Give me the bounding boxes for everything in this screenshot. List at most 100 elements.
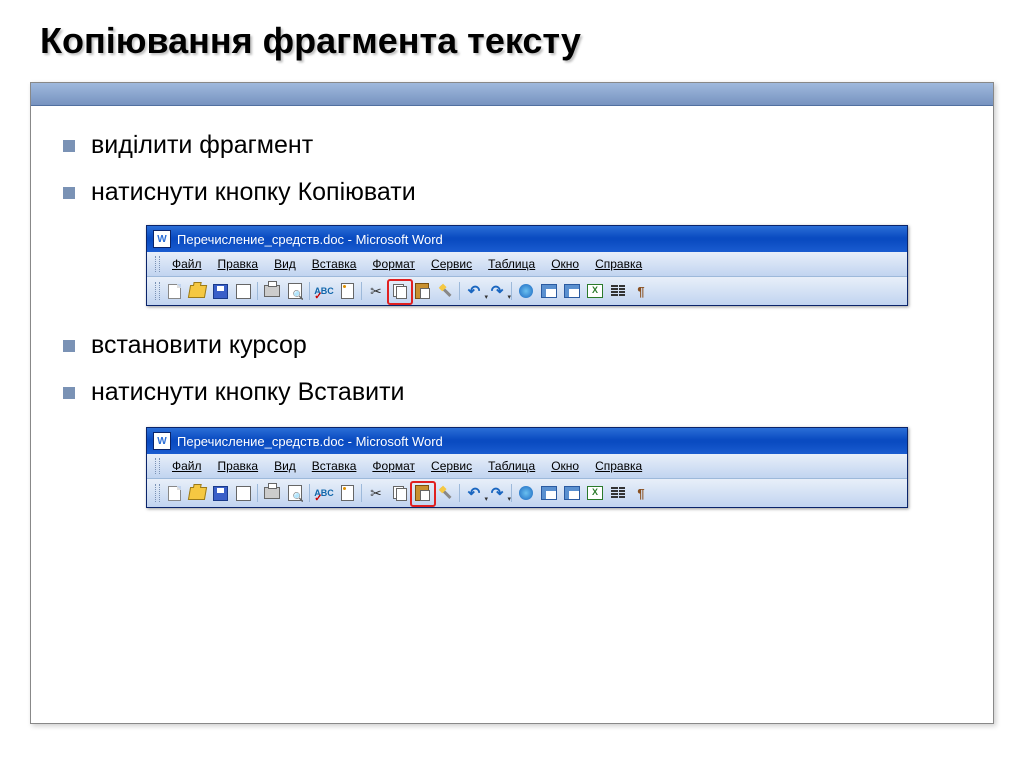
menu-edit[interactable]: Правка <box>210 255 267 273</box>
spellcheck-icon[interactable]: ABC <box>313 280 335 302</box>
menu-window[interactable]: Окно <box>543 457 587 475</box>
menu-table[interactable]: Таблица <box>480 457 543 475</box>
word-app-icon: W <box>153 432 171 450</box>
menu-format[interactable]: Формат <box>364 457 423 475</box>
insert-table-icon[interactable] <box>561 280 583 302</box>
bullet-icon <box>63 187 75 199</box>
research-icon[interactable] <box>336 280 358 302</box>
bullet-2: натиснути кнопку Копіювати <box>51 178 973 207</box>
print-preview-icon[interactable] <box>284 482 306 504</box>
print-icon[interactable] <box>261 482 283 504</box>
bullet-icon <box>63 140 75 152</box>
menu-tools[interactable]: Сервис <box>423 457 480 475</box>
undo-icon[interactable]: ↶ <box>463 280 485 302</box>
cut-icon[interactable]: ✂ <box>365 482 387 504</box>
show-hide-icon[interactable]: ¶ <box>630 482 652 504</box>
menu-view[interactable]: Вид <box>266 457 304 475</box>
paste-icon[interactable] <box>411 482 433 504</box>
word-toolbar-paste: W Перечисление_средств.doc - Microsoft W… <box>146 427 908 508</box>
menu-insert[interactable]: Вставка <box>304 255 365 273</box>
menu-help[interactable]: Справка <box>587 255 650 273</box>
menu-insert[interactable]: Вставка <box>304 457 365 475</box>
separator <box>459 484 460 502</box>
bullet-icon <box>63 387 75 399</box>
bullet-1: виділити фрагмент <box>51 131 973 160</box>
titlebar: W Перечисление_средств.doc - Microsoft W… <box>147 428 907 454</box>
redo-icon[interactable]: ↷ <box>486 280 508 302</box>
word-toolbar-copy: W Перечисление_средств.doc - Microsoft W… <box>146 225 908 306</box>
drag-handle-icon[interactable] <box>155 282 160 300</box>
slide: Копіювання фрагмента тексту виділити фра… <box>0 0 1024 767</box>
separator <box>459 282 460 300</box>
hyperlink-icon[interactable] <box>515 280 537 302</box>
separator <box>511 282 512 300</box>
new-doc-icon[interactable] <box>163 280 185 302</box>
columns-icon[interactable] <box>607 482 629 504</box>
menu-format[interactable]: Формат <box>364 255 423 273</box>
cut-icon[interactable]: ✂ <box>365 280 387 302</box>
content-box: виділити фрагмент натиснути кнопку Копію… <box>30 82 994 724</box>
menu-file[interactable]: Файл <box>164 255 210 273</box>
separator <box>309 484 310 502</box>
bullet-text-3: встановити курсор <box>91 331 307 360</box>
menu-view[interactable]: Вид <box>266 255 304 273</box>
hyperlink-icon[interactable] <box>515 482 537 504</box>
bullet-4: натиснути кнопку Вставити <box>51 378 973 407</box>
format-painter-icon[interactable] <box>434 280 456 302</box>
window-title: Перечисление_средств.doc - Microsoft Wor… <box>177 232 443 247</box>
show-hide-icon[interactable]: ¶ <box>630 280 652 302</box>
insert-table-icon[interactable] <box>561 482 583 504</box>
insert-excel-icon[interactable] <box>584 482 606 504</box>
drag-handle-icon[interactable] <box>155 256 160 272</box>
separator <box>361 484 362 502</box>
format-painter-icon[interactable] <box>434 482 456 504</box>
window-title: Перечисление_средств.doc - Microsoft Wor… <box>177 434 443 449</box>
word-app-icon: W <box>153 230 171 248</box>
research-icon[interactable] <box>336 482 358 504</box>
menubar: Файл Правка Вид Вставка Формат Сервис Та… <box>147 252 907 277</box>
separator <box>257 484 258 502</box>
menu-table[interactable]: Таблица <box>480 255 543 273</box>
save-icon[interactable] <box>209 280 231 302</box>
tables-borders-icon[interactable] <box>538 482 560 504</box>
toolbar: ABC ✂ ↶ ↷ <box>147 479 907 507</box>
permission-icon[interactable] <box>232 280 254 302</box>
content-box-header <box>31 83 993 106</box>
bullet-icon <box>63 340 75 352</box>
insert-excel-icon[interactable] <box>584 280 606 302</box>
print-icon[interactable] <box>261 280 283 302</box>
menu-edit[interactable]: Правка <box>210 457 267 475</box>
separator <box>361 282 362 300</box>
print-preview-icon[interactable] <box>284 280 306 302</box>
slide-title: Копіювання фрагмента тексту <box>0 0 1024 72</box>
content-inner: виділити фрагмент натиснути кнопку Копію… <box>31 106 993 558</box>
menubar: Файл Правка Вид Вставка Формат Сервис Та… <box>147 454 907 479</box>
separator <box>511 484 512 502</box>
open-icon[interactable] <box>186 482 208 504</box>
menu-help[interactable]: Справка <box>587 457 650 475</box>
menu-window[interactable]: Окно <box>543 255 587 273</box>
undo-icon[interactable]: ↶ <box>463 482 485 504</box>
new-doc-icon[interactable] <box>163 482 185 504</box>
titlebar: W Перечисление_средств.doc - Microsoft W… <box>147 226 907 252</box>
open-icon[interactable] <box>186 280 208 302</box>
bullet-text-1: виділити фрагмент <box>91 131 313 160</box>
copy-icon[interactable] <box>388 280 410 302</box>
menu-tools[interactable]: Сервис <box>423 255 480 273</box>
drag-handle-icon[interactable] <box>155 458 160 474</box>
bullet-3: встановити курсор <box>51 331 973 360</box>
bullet-text-2: натиснути кнопку Копіювати <box>91 178 416 207</box>
drag-handle-icon[interactable] <box>155 484 160 502</box>
menu-file[interactable]: Файл <box>164 457 210 475</box>
permission-icon[interactable] <box>232 482 254 504</box>
separator <box>257 282 258 300</box>
paste-icon[interactable] <box>411 280 433 302</box>
tables-borders-icon[interactable] <box>538 280 560 302</box>
save-icon[interactable] <box>209 482 231 504</box>
redo-icon[interactable]: ↷ <box>486 482 508 504</box>
columns-icon[interactable] <box>607 280 629 302</box>
spellcheck-icon[interactable]: ABC <box>313 482 335 504</box>
copy-icon[interactable] <box>388 482 410 504</box>
bullet-text-4: натиснути кнопку Вставити <box>91 378 405 407</box>
toolbar: ABC ✂ ↶ ↷ <box>147 277 907 305</box>
